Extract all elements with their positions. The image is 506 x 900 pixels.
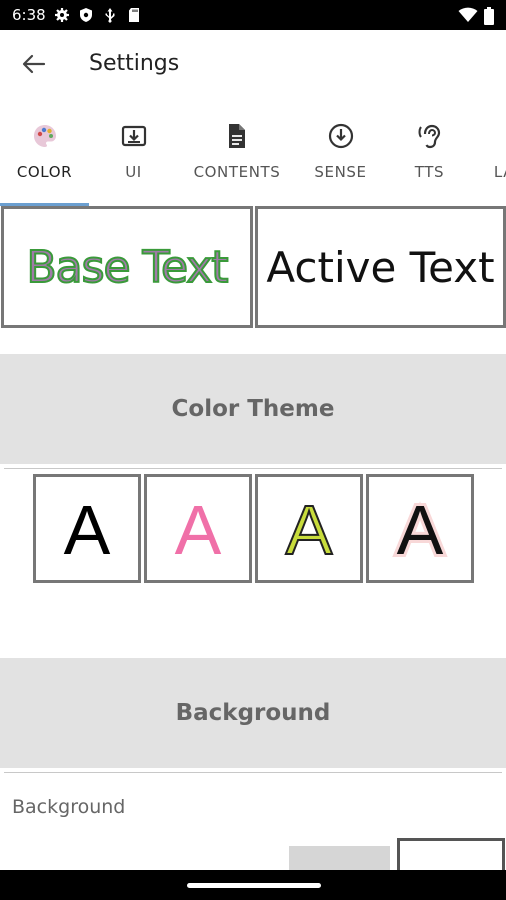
tab-sense-label: SENSE [314,163,367,181]
status-bar-right [458,7,494,25]
tab-contents-label: CONTENTS [193,163,281,181]
background-header: Background [0,658,506,768]
active-text-sample: Active Text [266,242,495,292]
theme-option-pink[interactable]: A [144,474,252,583]
theme-glyph-text-1: A [64,494,111,564]
gear-icon [54,7,70,23]
theme-option-outlined[interactable]: A [366,474,474,583]
tab-bar: COLOR UI CONTENTS SENSE TTS L [0,112,506,206]
theme-option-black[interactable]: A [33,474,141,583]
status-time: 6:38 [12,6,46,24]
tab-color[interactable]: COLOR [0,112,89,206]
tab-partial[interactable]: LA [474,112,506,206]
back-button[interactable] [18,52,50,80]
sd-card-icon [126,7,142,23]
tab-ui[interactable]: UI [89,112,178,206]
divider [4,772,502,773]
theme-glyph-text-4: A [397,494,444,564]
battery-icon [484,7,494,25]
document-icon [223,122,251,150]
theme-glyph-2: A [175,494,222,564]
theme-glyph-3: A [285,494,334,564]
navigation-bar [0,870,506,900]
shield-icon [78,7,94,23]
tab-sense[interactable]: SENSE [296,112,385,206]
theme-glyph-text-3: A [286,494,333,564]
home-gesture-bar[interactable] [187,883,321,888]
base-text-preview[interactable]: Base Text [1,206,253,328]
theme-glyph-1: A [64,494,111,564]
tab-tts-label: TTS [414,163,445,181]
download-circle-icon [327,122,355,150]
arrow-left-icon [22,54,46,79]
base-text-sample: Base Text [25,241,229,294]
tab-partial-label: LA [493,163,506,181]
download-box-icon [120,122,148,150]
theme-glyph-text-2: A [175,494,222,564]
app-bar: Settings [0,30,506,102]
background-label: Background [12,796,126,818]
theme-option-yellow[interactable]: A [255,474,363,583]
tab-tts[interactable]: TTS [385,112,474,206]
color-theme-options: A A A A [33,474,475,584]
tab-ui-label: UI [125,163,142,181]
usb-icon [102,7,118,23]
ear-icon [416,122,444,150]
theme-glyph-4: A [394,494,447,564]
active-text-preview[interactable]: Active Text [255,206,506,328]
palette-icon [31,122,59,150]
status-bar-left: 6:38 [12,6,142,24]
divider [4,468,502,469]
tab-color-label: COLOR [16,163,73,181]
text-preview: Base Text Active Text [0,206,506,328]
page-title: Settings [89,51,180,76]
tab-contents[interactable]: CONTENTS [178,112,296,206]
settings-screen: 6:38 Settings COLOR UI CONTENTS SENSE TT… [0,0,506,900]
status-bar: 6:38 [0,0,506,30]
wifi-icon [458,7,478,23]
color-theme-header: Color Theme [0,354,506,464]
